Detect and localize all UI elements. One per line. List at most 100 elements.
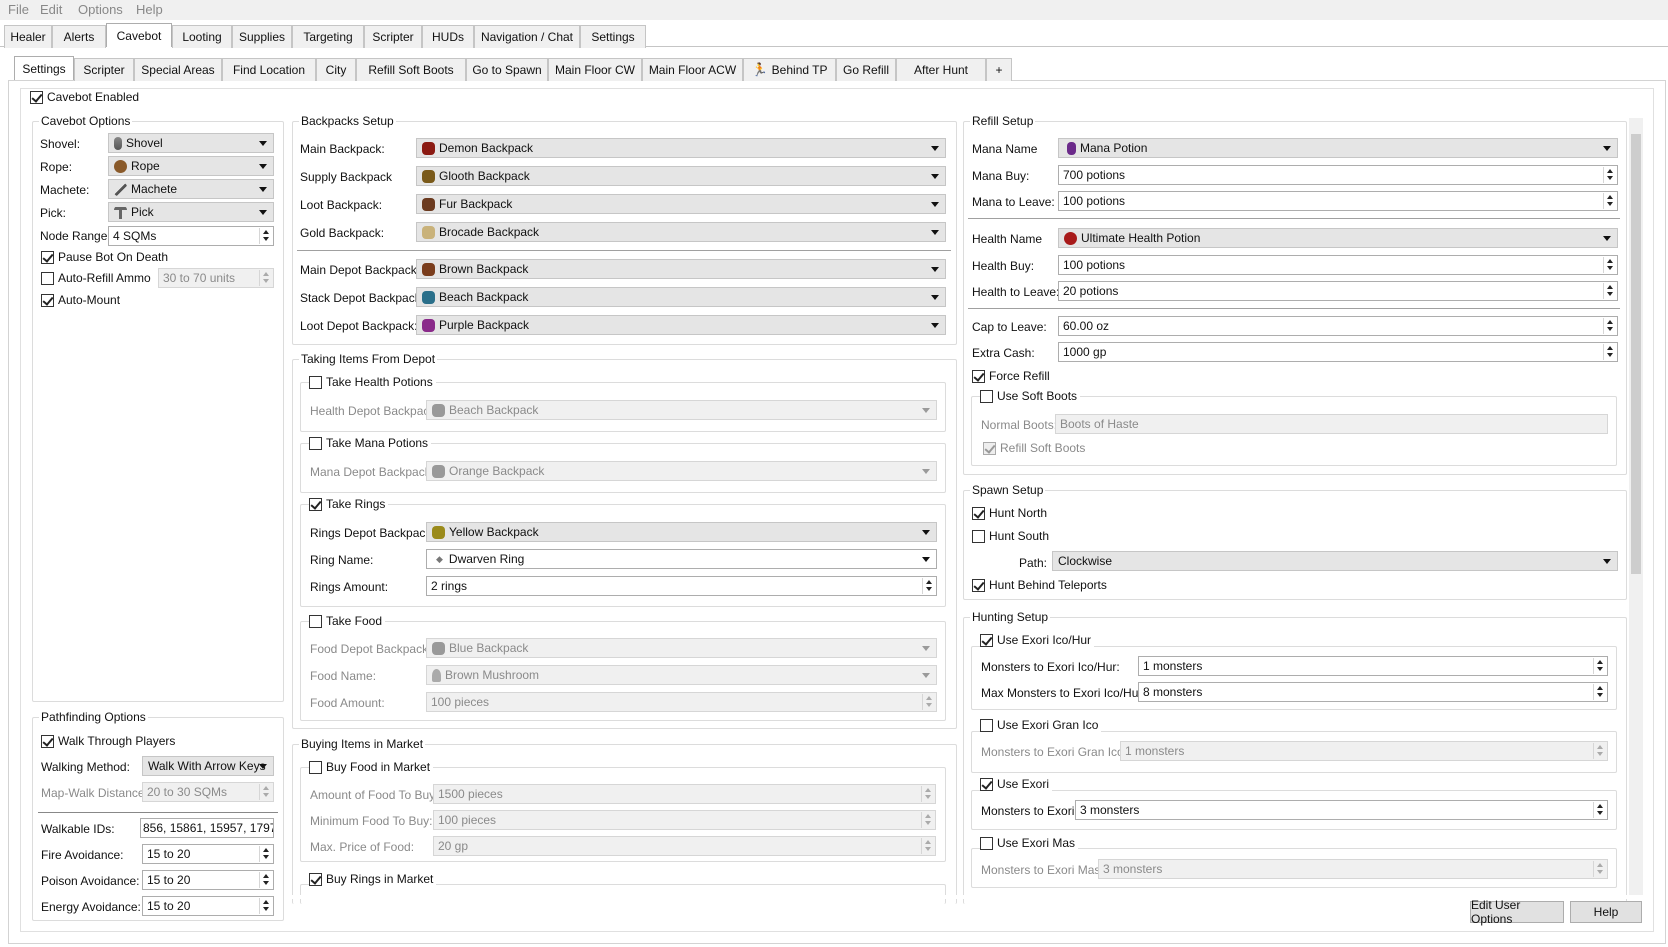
spin-arrows-icon[interactable] (1603, 257, 1616, 273)
rings-amount-spinbox[interactable]: 2 rings (426, 576, 937, 596)
scrollbar-thumb[interactable] (1631, 134, 1641, 574)
path-select[interactable]: Clockwise (1052, 551, 1618, 571)
walk-through-players-checkbox[interactable]: Walk Through Players (41, 734, 175, 748)
shovel-select[interactable]: Shovel (108, 133, 274, 153)
supply-backpack-select[interactable]: Glooth Backpack (416, 166, 946, 186)
spin-arrows-icon[interactable] (1593, 861, 1606, 877)
tab-alerts[interactable]: Alerts (52, 25, 106, 48)
tab-looting[interactable]: Looting (172, 25, 232, 48)
health-to-leave-spinbox[interactable]: 20 potions (1058, 281, 1618, 301)
monsters-exori-spinbox[interactable]: 3 monsters (1075, 800, 1608, 820)
map-walk-distance-spinbox[interactable]: 20 to 30 SQMs (142, 782, 274, 802)
take-food-checkbox[interactable]: Take Food (309, 614, 386, 628)
mana-name-select[interactable]: Mana Potion (1058, 138, 1618, 158)
spin-arrows-icon[interactable] (1603, 318, 1616, 334)
spin-arrows-icon[interactable] (259, 846, 272, 862)
take-health-potions-checkbox[interactable]: Take Health Potions (309, 375, 436, 389)
main-depot-backpack-select[interactable]: Brown Backpack (416, 259, 946, 279)
monsters-exori-ico-spinbox[interactable]: 1 monsters (1138, 656, 1608, 676)
hunt-south-checkbox[interactable]: Hunt South (972, 529, 1049, 543)
spin-arrows-icon[interactable] (922, 578, 935, 594)
loot-depot-backpack-select[interactable]: Purple Backpack (416, 315, 946, 335)
walkable-ids-input[interactable]: 856, 15861, 15957, 17972 (140, 818, 274, 838)
subtab-refill-soft-boots[interactable]: Refill Soft Boots (356, 58, 466, 81)
vertical-scrollbar[interactable] (1629, 118, 1643, 895)
menu-file[interactable]: File (8, 2, 29, 17)
stack-depot-backpack-select[interactable]: Beach Backpack (416, 287, 946, 307)
monsters-exori-mas-spinbox[interactable]: 3 monsters (1098, 859, 1608, 879)
machete-select[interactable]: Machete (108, 179, 274, 199)
help-button[interactable]: Help (1570, 901, 1642, 923)
menu-help[interactable]: Help (136, 2, 163, 17)
add-tab-button[interactable]: + (986, 58, 1012, 81)
use-soft-boots-checkbox[interactable]: Use Soft Boots (980, 389, 1081, 403)
subtab-scripter[interactable]: Scripter (74, 58, 134, 81)
food-amount-spinbox[interactable]: 100 pieces (426, 692, 937, 712)
use-exori-mas-checkbox[interactable]: Use Exori Mas (980, 836, 1079, 850)
spin-arrows-icon[interactable] (1603, 344, 1616, 360)
food-depot-backpack-select[interactable]: Blue Backpack (426, 638, 937, 658)
auto-mount-checkbox[interactable]: Auto-Mount (41, 293, 120, 307)
hunt-north-checkbox[interactable]: Hunt North (972, 506, 1047, 520)
menu-edit[interactable]: Edit (40, 2, 62, 17)
spin-arrows-icon[interactable] (1603, 193, 1616, 209)
spin-arrows-icon[interactable] (259, 898, 272, 914)
monsters-exori-gran-spinbox[interactable]: 1 monsters (1120, 741, 1608, 761)
walking-method-select[interactable]: Walk With Arrow Keys (142, 756, 274, 776)
gold-backpack-select[interactable]: Brocade Backpack (416, 222, 946, 242)
spin-arrows-icon[interactable] (921, 786, 934, 802)
mana-buy-spinbox[interactable]: 700 potions (1058, 165, 1618, 185)
refill-soft-boots-checkbox[interactable]: Refill Soft Boots (983, 441, 1085, 455)
health-name-select[interactable]: Ultimate Health Potion (1058, 228, 1618, 248)
spin-arrows-icon[interactable] (1593, 743, 1606, 759)
take-mana-potions-checkbox[interactable]: Take Mana Potions (309, 436, 432, 450)
subtab-main-floor-cw[interactable]: Main Floor CW (548, 58, 642, 81)
spin-arrows-icon[interactable] (259, 270, 272, 286)
cavebot-enabled-checkbox[interactable]: Cavebot Enabled (30, 90, 139, 104)
tab-huds[interactable]: HUDs (422, 25, 474, 48)
node-range-spinbox[interactable]: 4 SQMs (108, 226, 274, 246)
energy-avoidance-spinbox[interactable]: 15 to 20 (142, 896, 274, 916)
spin-arrows-icon[interactable] (1593, 802, 1606, 818)
subtab-after-hunt[interactable]: After Hunt (896, 58, 986, 81)
minimum-food-spinbox[interactable]: 100 pieces (433, 810, 936, 830)
spin-arrows-icon[interactable] (921, 812, 934, 828)
max-monsters-exori-ico-spinbox[interactable]: 8 monsters (1138, 682, 1608, 702)
subtab-find-location[interactable]: Find Location (222, 58, 316, 81)
health-buy-spinbox[interactable]: 100 potions (1058, 255, 1618, 275)
spin-arrows-icon[interactable] (1593, 658, 1606, 674)
tab-supplies[interactable]: Supplies (232, 25, 292, 48)
ring-name-select[interactable]: ◆ Dwarven Ring (426, 549, 937, 569)
edit-user-options-button[interactable]: Edit User Options (1470, 898, 1564, 926)
tab-targeting[interactable]: Targeting (292, 25, 364, 48)
spin-arrows-icon[interactable] (1603, 167, 1616, 183)
buy-rings-in-market-checkbox[interactable]: Buy Rings in Market (309, 872, 437, 886)
fire-avoidance-spinbox[interactable]: 15 to 20 (142, 844, 274, 864)
subtab-settings[interactable]: Settings (14, 56, 74, 80)
subtab-go-refill[interactable]: Go Refill (836, 58, 896, 81)
spin-arrows-icon[interactable] (259, 784, 272, 800)
subtab-main-floor-acw[interactable]: Main Floor ACW (642, 58, 743, 81)
health-depot-backpack-select[interactable]: Beach Backpack (426, 400, 937, 420)
use-exori-checkbox[interactable]: Use Exori (980, 777, 1053, 791)
spin-arrows-icon[interactable] (259, 872, 272, 888)
menu-options[interactable]: Options (78, 2, 123, 17)
loot-backpack-select[interactable]: Fur Backpack (416, 194, 946, 214)
rings-depot-backpack-select[interactable]: Yellow Backpack (426, 522, 937, 542)
pause-bot-on-death-checkbox[interactable]: Pause Bot On Death (41, 250, 168, 264)
subtab-city[interactable]: City (316, 58, 356, 81)
auto-refill-ammo-spinbox[interactable]: 30 to 70 units (158, 268, 274, 288)
tab-scripter[interactable]: Scripter (364, 25, 422, 48)
force-refill-checkbox[interactable]: Force Refill (972, 369, 1050, 383)
spin-arrows-icon[interactable] (1603, 283, 1616, 299)
hunt-behind-teleports-checkbox[interactable]: Hunt Behind Teleports (972, 578, 1107, 592)
cap-to-leave-spinbox[interactable]: 60.00 oz (1058, 316, 1618, 336)
pick-select[interactable]: Pick (108, 202, 274, 222)
buy-food-in-market-checkbox[interactable]: Buy Food in Market (309, 760, 434, 774)
poison-avoidance-spinbox[interactable]: 15 to 20 (142, 870, 274, 890)
tab-navigation-chat[interactable]: Navigation / Chat (474, 25, 580, 48)
mana-to-leave-spinbox[interactable]: 100 potions (1058, 191, 1618, 211)
spin-arrows-icon[interactable] (921, 838, 934, 854)
mana-depot-backpack-select[interactable]: Orange Backpack (426, 461, 937, 481)
spin-arrows-icon[interactable] (259, 228, 272, 244)
